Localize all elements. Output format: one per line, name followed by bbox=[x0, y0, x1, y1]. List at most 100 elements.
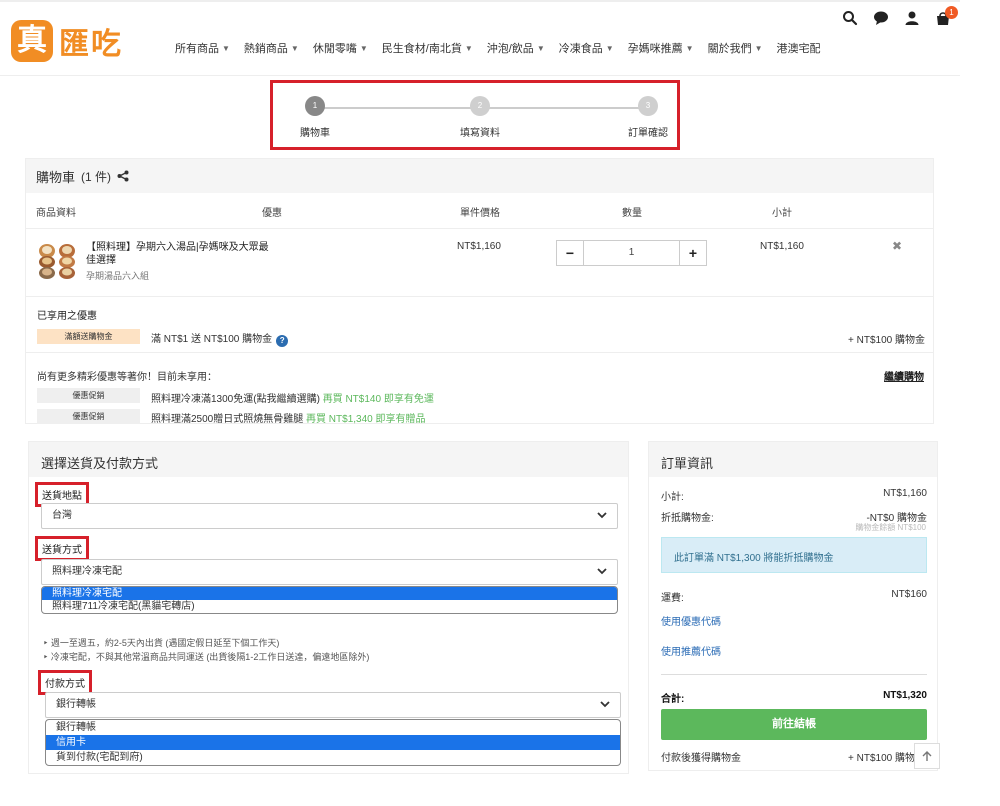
credit-balance: 購物金餘額 NT$100 bbox=[855, 523, 926, 532]
credit-info-alert: 此訂單滿 NT$1,300 將能折抵購物金 bbox=[661, 537, 927, 573]
divider bbox=[26, 228, 933, 229]
chevron-down-icon: ▼ bbox=[464, 43, 473, 53]
step-fill-info: 2 填寫資料 bbox=[445, 96, 515, 139]
applied-promos-title: 已享用之優惠 bbox=[37, 311, 97, 322]
divider bbox=[26, 296, 933, 297]
applied-promo-tag: 滿額送購物金 bbox=[37, 329, 140, 344]
shipping-payment-panel: 選擇送貨及付款方式 送貨地點 台灣 送貨方式 照料理冷凍宅配 照料理冷凍宅配 照… bbox=[28, 441, 629, 774]
nav-item-all-products[interactable]: 所有商品 ▼ bbox=[175, 40, 230, 56]
payment-option[interactable]: 貨到付款(宅配到府) bbox=[46, 750, 620, 765]
nav-label: 關於我們 bbox=[707, 43, 752, 55]
cart-icon[interactable]: 1 bbox=[935, 6, 958, 26]
item-subtotal: NT$1,160 bbox=[760, 241, 804, 252]
logo-mark: 真 bbox=[11, 20, 53, 62]
shipping-option[interactable]: 照料理711冷凍宅配(黑貓宅轉店) bbox=[42, 600, 617, 613]
shipping-method-select[interactable]: 照料理冷凍宅配 bbox=[41, 559, 618, 585]
step-label: 填寫資料 bbox=[460, 128, 500, 139]
applied-promo-text: 滿 NT$1 送 NT$100 購物金? bbox=[151, 330, 289, 347]
promo-tag: 優惠促銷 bbox=[37, 409, 140, 424]
step-confirm: 3 訂單確認 bbox=[613, 96, 683, 139]
order-total-row: 合計: NT$1,320 bbox=[661, 690, 927, 705]
quantity-input[interactable]: 1 bbox=[583, 241, 680, 265]
back-to-top-button[interactable] bbox=[914, 743, 940, 769]
nav-label: 所有商品 bbox=[175, 43, 219, 55]
step-number: 3 bbox=[638, 96, 658, 116]
applied-promo-desc: 滿 NT$1 送 NT$100 購物金 bbox=[151, 334, 273, 345]
row-label: 小計: bbox=[661, 492, 684, 503]
order-shipping-row: 運費: NT$160 bbox=[661, 589, 927, 604]
help-icon[interactable]: ? bbox=[276, 335, 289, 347]
nav-label: 民生食材/南北貨 bbox=[381, 43, 462, 55]
promo-desc: 照料理冷凍滿1300免運(點我繼續選購) bbox=[151, 394, 320, 405]
row-label: 折抵購物金: bbox=[661, 513, 714, 524]
step-number: 2 bbox=[470, 96, 490, 116]
order-info-title: 訂單資訊 bbox=[649, 442, 937, 477]
chevron-down-icon: ▼ bbox=[359, 43, 368, 53]
promo-tag: 優惠促銷 bbox=[37, 388, 140, 403]
cart-header: 購物車 (1 件) bbox=[26, 159, 933, 193]
shipping-note: ‣ 冷凍宅配，不與其他常溫商品共同運送 (出貨後隔1-2工作日送達，偏遠地區除外… bbox=[43, 652, 370, 662]
order-info-panel: 訂單資訊 小計: NT$1,160 折抵購物金: -NT$0 購物金 購物金餘額… bbox=[648, 441, 938, 771]
search-icon[interactable] bbox=[842, 10, 858, 26]
nav-label: 港澳宅配 bbox=[776, 43, 821, 55]
chevron-down-icon: ▼ bbox=[754, 43, 763, 53]
site-logo[interactable]: 真 匯吃 bbox=[11, 19, 123, 63]
step-cart: 1 購物車 bbox=[280, 96, 350, 139]
nav-item-maternity[interactable]: 孕媽咪推薦 ▼ bbox=[628, 40, 694, 56]
shipping-option[interactable]: 照料理冷凍宅配 bbox=[42, 587, 617, 600]
col-unit-price: 單件價格 bbox=[460, 208, 500, 219]
quantity-stepper: − 1 + bbox=[556, 240, 707, 266]
increase-qty-button[interactable]: + bbox=[680, 241, 706, 265]
chevron-down-icon: ▼ bbox=[536, 43, 545, 53]
promo-text[interactable]: 照料理冷凍滿1300免運(點我繼續選購) 再買 NT$140 即享有免運 bbox=[151, 390, 434, 405]
select-value: 銀行轉帳 bbox=[56, 699, 96, 710]
note-text: 冷凍宅配，不與其他常溫商品共同運送 (出貨後隔1-2工作日送達，偏遠地區除外) bbox=[50, 652, 370, 662]
site-header: 真 匯吃 所有商品 ▼ 熱銷商品 ▼ 休閒零嘴 ▼ 民生食材/南北貨 ▼ 沖泡/飲品 ▼ … bbox=[0, 2, 960, 76]
nav-item-groceries[interactable]: 民生食材/南北貨 ▼ bbox=[382, 40, 473, 56]
nav-item-hk-macau[interactable]: 港澳宅配 bbox=[777, 40, 821, 56]
product-name-link[interactable]: 【照料理】孕期六入湯品|孕媽咪及大眾最佳選擇 bbox=[86, 241, 276, 267]
payment-method-select[interactable]: 銀行轉帳 bbox=[45, 692, 621, 718]
nav-label: 冷凍食品 bbox=[558, 43, 603, 55]
payment-option[interactable]: 銀行轉帳 bbox=[46, 720, 620, 735]
product-thumbnail[interactable] bbox=[37, 242, 77, 280]
col-subtotal: 小計 bbox=[772, 208, 792, 219]
nav-item-about[interactable]: 關於我們 ▼ bbox=[708, 40, 763, 56]
nav-item-frozen[interactable]: 冷凍食品 ▼ bbox=[559, 40, 614, 56]
header-icons: 1 bbox=[842, 6, 966, 26]
row-value: NT$160 bbox=[891, 589, 927, 600]
row-value: NT$1,320 bbox=[883, 690, 927, 701]
decrease-qty-button[interactable]: − bbox=[557, 241, 583, 265]
step-label: 購物車 bbox=[300, 128, 330, 139]
shipping-location-select[interactable]: 台灣 bbox=[41, 503, 618, 529]
payment-option[interactable]: 信用卡 bbox=[46, 735, 620, 750]
order-subtotal-row: 小計: NT$1,160 bbox=[661, 488, 927, 503]
row-label: 付款後獲得購物金 bbox=[661, 753, 741, 764]
chevron-down-icon bbox=[597, 512, 607, 519]
step-label: 訂單確認 bbox=[628, 128, 668, 139]
use-referral-link[interactable]: 使用推薦代碼 bbox=[661, 643, 721, 658]
chat-icon[interactable] bbox=[873, 10, 889, 26]
promo-highlight: 再買 NT$1,340 即享有贈品 bbox=[306, 414, 426, 425]
promo-highlight: 再買 NT$140 即享有免運 bbox=[322, 394, 434, 405]
select-value: 台灣 bbox=[52, 510, 72, 521]
row-value: NT$1,160 bbox=[883, 488, 927, 499]
nav-item-snacks[interactable]: 休閒零嘴 ▼ bbox=[313, 40, 368, 56]
cart-count: (1 件) bbox=[81, 169, 112, 184]
row-label: 運費: bbox=[661, 593, 684, 604]
promo-text[interactable]: 照料理滿2500贈日式照燒無骨雞腿 再買 NT$1,340 即享有贈品 bbox=[151, 410, 426, 425]
chevron-down-icon bbox=[600, 701, 610, 708]
chevron-down-icon: ▼ bbox=[605, 43, 614, 53]
nav-label: 沖泡/飲品 bbox=[486, 43, 534, 55]
checkout-stepper: 1 購物車 2 填寫資料 3 訂單確認 bbox=[270, 80, 680, 150]
chevron-down-icon bbox=[597, 568, 607, 575]
remove-item-icon[interactable]: ✖ bbox=[892, 239, 902, 253]
use-coupon-link[interactable]: 使用優惠代碼 bbox=[661, 613, 721, 628]
continue-shopping-link[interactable]: 繼續購物 bbox=[884, 368, 924, 383]
cart-count-badge: 1 bbox=[945, 6, 958, 19]
share-icon[interactable] bbox=[117, 170, 129, 182]
nav-item-hot[interactable]: 熱銷商品 ▼ bbox=[244, 40, 299, 56]
user-icon[interactable] bbox=[904, 10, 920, 26]
nav-item-drinks[interactable]: 沖泡/飲品 ▼ bbox=[487, 40, 545, 56]
checkout-button[interactable]: 前往結帳 bbox=[661, 709, 927, 740]
